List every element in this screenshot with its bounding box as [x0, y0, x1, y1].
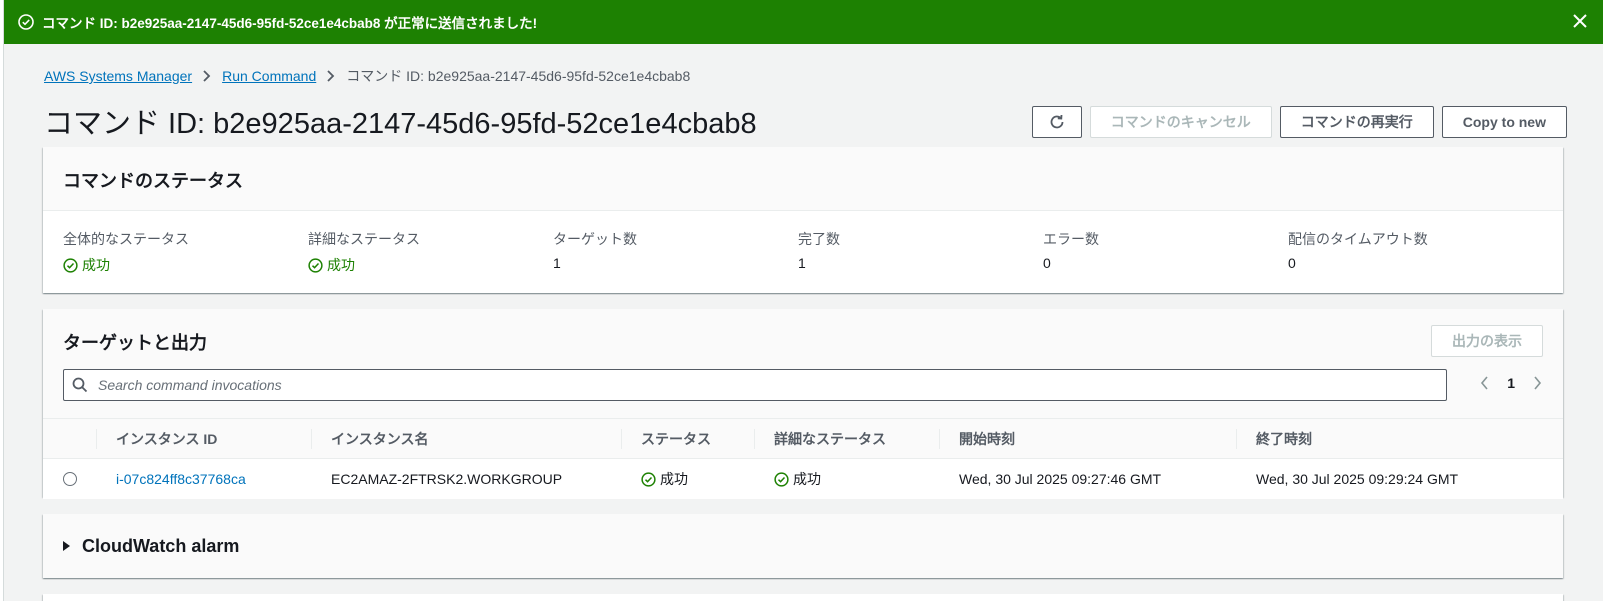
- column-header-start-time[interactable]: 開始時刻: [939, 419, 1236, 459]
- breadcrumb-current: コマンド ID: b2e925aa-2147-45d6-95fd-52ce1e4…: [346, 68, 691, 84]
- row-select-radio[interactable]: [63, 459, 77, 499]
- completed-count: 完了数 1: [798, 229, 840, 271]
- column-header-status[interactable]: ステータス: [621, 419, 754, 459]
- command-status-panel: コマンドのステータス 全体的なステータス 成功 詳細なステータス 成功 ターゲッ…: [43, 147, 1563, 293]
- search-placeholder: Search command invocations: [98, 377, 282, 393]
- success-check-icon: [18, 14, 34, 30]
- cloudwatch-title: CloudWatch alarm: [82, 535, 240, 556]
- detailed-status-cell: 成功: [774, 459, 821, 499]
- overall-status-value: 成功: [82, 257, 110, 273]
- success-check-icon: [308, 257, 323, 273]
- target-count-label: ターゲット数: [553, 231, 637, 247]
- chevron-left-icon[interactable]: [1479, 376, 1491, 390]
- breadcrumb: AWS Systems Manager Run Command コマンド ID:…: [44, 66, 690, 86]
- column-header-instance-name[interactable]: インスタンス名: [311, 419, 621, 459]
- copy-to-new-button[interactable]: Copy to new: [1441, 106, 1567, 138]
- column-header-end-time[interactable]: 終了時刻: [1236, 419, 1563, 459]
- page-number[interactable]: 1: [1507, 375, 1515, 391]
- start-time-cell: Wed, 30 Jul 2025 09:27:46 GMT: [959, 471, 1162, 487]
- overall-status: 全体的なステータス 成功: [63, 229, 189, 275]
- table-row[interactable]: i-07c824ff8c37768ca EC2AMAZ-2FTRSK2.WORK…: [43, 459, 1563, 499]
- view-output-button[interactable]: 出力の表示: [1431, 325, 1543, 357]
- detailed-status-value: 成功: [327, 257, 355, 273]
- cloudwatch-header[interactable]: CloudWatch alarm: [43, 514, 1563, 578]
- cloudwatch-alarm-panel[interactable]: CloudWatch alarm: [43, 514, 1563, 578]
- detailed-status: 詳細なステータス 成功: [308, 229, 420, 275]
- timeout-count-value: 0: [1288, 255, 1296, 271]
- overall-status-label: 全体的なステータス: [63, 231, 189, 247]
- success-check-icon: [63, 257, 78, 273]
- target-count: ターゲット数 1: [553, 229, 637, 271]
- error-count-value: 0: [1043, 255, 1051, 271]
- chevron-right-icon: [326, 70, 336, 82]
- completed-count-value: 1: [798, 255, 806, 271]
- left-edge: [0, 0, 4, 601]
- detailed-status-label: 詳細なステータス: [308, 231, 420, 247]
- target-count-value: 1: [553, 255, 561, 271]
- instance-id-link[interactable]: i-07c824ff8c37768ca: [116, 459, 246, 499]
- timeout-count: 配信のタイムアウト数 0: [1288, 229, 1428, 271]
- targets-output-panel: ターゲットと出力 出力の表示 Search command invocation…: [43, 309, 1563, 499]
- page-title: コマンド ID: b2e925aa-2147-45d6-95fd-52ce1e4…: [44, 108, 757, 140]
- status-panel-header: コマンドのステータス: [43, 147, 1563, 211]
- caret-right-icon[interactable]: [63, 541, 70, 551]
- timeout-count-label: 配信のタイムアウト数: [1288, 231, 1428, 247]
- status-panel-title: コマンドのステータス: [63, 171, 243, 191]
- flash-message: コマンド ID: b2e925aa-2147-45d6-95fd-52ce1e4…: [42, 16, 538, 31]
- error-count: エラー数 0: [1043, 229, 1099, 271]
- search-icon: [72, 377, 88, 393]
- success-check-icon: [641, 471, 656, 487]
- completed-count-label: 完了数: [798, 231, 840, 247]
- cancel-command-button[interactable]: コマンドのキャンセル: [1089, 106, 1272, 138]
- chevron-right-icon[interactable]: [1531, 376, 1543, 390]
- search-input[interactable]: Search command invocations: [63, 369, 1447, 401]
- error-count-label: エラー数: [1043, 231, 1099, 247]
- chevron-right-icon: [202, 70, 212, 82]
- close-icon[interactable]: [1571, 12, 1589, 30]
- status-cell: 成功: [641, 459, 688, 499]
- breadcrumb-run-command[interactable]: Run Command: [222, 68, 316, 84]
- breadcrumb-systems-manager[interactable]: AWS Systems Manager: [44, 68, 192, 84]
- refresh-icon: [1048, 113, 1066, 131]
- success-flash-bar: コマンド ID: b2e925aa-2147-45d6-95fd-52ce1e4…: [4, 0, 1603, 44]
- next-panel-edge: [43, 594, 1563, 601]
- refresh-button[interactable]: [1031, 106, 1082, 138]
- targets-panel-header: ターゲットと出力 出力の表示 Search command invocation…: [43, 309, 1563, 419]
- column-header-instance-id[interactable]: インスタンス ID: [96, 419, 311, 459]
- column-header-detailed-status[interactable]: 詳細なステータス: [754, 419, 939, 459]
- success-check-icon: [774, 471, 789, 487]
- header-actions: コマンドのキャンセル コマンドの再実行 Copy to new: [1031, 106, 1567, 138]
- table-header: インスタンス ID インスタンス名 ステータス 詳細なステータス 開始時刻 終了…: [43, 419, 1563, 459]
- pagination: 1: [1479, 375, 1543, 391]
- rerun-command-button[interactable]: コマンドの再実行: [1279, 106, 1434, 138]
- targets-panel-title: ターゲットと出力: [63, 333, 207, 353]
- end-time-cell: Wed, 30 Jul 2025 09:29:24 GMT: [1256, 471, 1459, 487]
- instance-name-cell: EC2AMAZ-2FTRSK2.WORKGROUP: [331, 471, 563, 487]
